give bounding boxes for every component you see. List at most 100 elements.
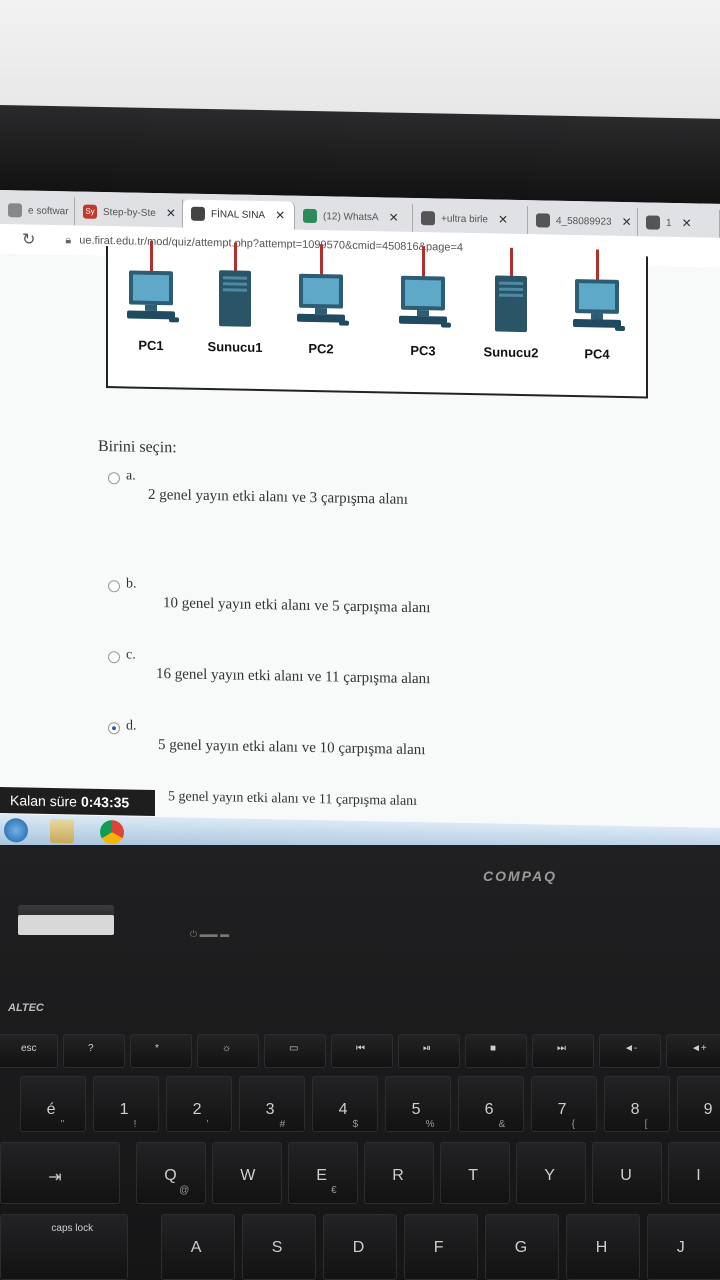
letter-key[interactable]: F (404, 1214, 478, 1280)
reload-icon[interactable]: ↻ (22, 229, 35, 249)
key-sublabel: ' (206, 1119, 209, 1130)
function-key[interactable]: ▭ (264, 1034, 326, 1068)
letter-key[interactable]: Y (516, 1142, 586, 1204)
key-label: W (240, 1167, 256, 1184)
function-key[interactable]: * (130, 1034, 192, 1068)
browser-tab[interactable]: e softwar✕ (0, 196, 75, 226)
number-key[interactable]: 9 (677, 1076, 720, 1132)
key-label: F (433, 1239, 444, 1256)
browser-tab[interactable]: FİNAL SINA ✕ (183, 199, 295, 230)
pc-node: PC2 (286, 267, 356, 356)
tab-label: +ultra birle (441, 212, 488, 225)
key-sublabel: ! (133, 1119, 137, 1130)
number-key[interactable]: 6 & (458, 1076, 524, 1132)
answer-option[interactable]: b. 10 genel yayın etki alanı ve 5 çarpışm… (108, 576, 608, 628)
browser-tab[interactable]: Sy Step-by-Ste ✕ (75, 197, 183, 228)
key-sublabel: [ (644, 1119, 648, 1130)
letter-key[interactable]: H (566, 1214, 640, 1280)
key-label: ◄+ (691, 1043, 707, 1054)
computer-icon (127, 270, 179, 323)
letter-key[interactable]: J (647, 1214, 720, 1280)
function-key[interactable]: ◄- (599, 1034, 661, 1068)
answer-text: 10 genel yayın etki alanı ve 5 çarpışma … (163, 595, 431, 617)
tab-favicon-icon (191, 206, 205, 221)
close-tab-icon[interactable]: ✕ (682, 216, 692, 230)
answer-option[interactable]: a. 2 genel yayın etki alanı ve 3 çarpışma… (108, 468, 608, 520)
chrome-icon[interactable] (100, 819, 124, 845)
letter-key[interactable]: T (440, 1142, 510, 1204)
lock-icon[interactable]: 🔒︎ (65, 234, 71, 247)
letter-key[interactable]: W (212, 1142, 282, 1204)
server-node: Sunucu2 (476, 271, 546, 360)
letter-key[interactable]: I (668, 1142, 720, 1204)
number-key[interactable]: 8[ (604, 1076, 670, 1132)
browser-tab[interactable]: +ultra birle ✕ (413, 203, 528, 235)
node-label: Sunucu2 (483, 344, 539, 361)
answer-radio[interactable] (108, 722, 120, 735)
letter-key[interactable]: ⇥ (0, 1142, 120, 1204)
letter-key[interactable]: R (364, 1142, 434, 1204)
letter-key[interactable]: D (323, 1214, 397, 1280)
key-label: 7 (557, 1101, 567, 1118)
close-tab-icon[interactable]: ✕ (166, 206, 176, 220)
number-key[interactable]: 5% (385, 1076, 451, 1132)
time-remaining: Kalan süre 0:43:35 (0, 787, 155, 816)
laptop-screen: e softwar✕SyStep-by-Ste✕FİNAL SINA✕(12) … (0, 190, 720, 859)
browser-tab[interactable]: 1 ✕ (638, 208, 720, 238)
tab-label: (12) WhatsA (323, 210, 379, 223)
close-tab-icon[interactable]: ✕ (622, 215, 632, 229)
close-tab-icon[interactable]: ✕ (498, 213, 508, 227)
server-icon (219, 270, 251, 327)
key-label: U (620, 1167, 632, 1184)
key-label: 4 (338, 1101, 348, 1118)
letter-key[interactable]: S (242, 1214, 316, 1280)
answer-radio[interactable] (108, 580, 120, 593)
answer-radio[interactable] (108, 651, 120, 664)
answer-option[interactable]: d. 5 genel yayın etki alanı ve 10 çarpışm… (108, 718, 608, 770)
function-key[interactable]: ? (63, 1034, 125, 1068)
choose-one-label: Birini seçin: (98, 437, 177, 457)
start-orb-icon[interactable] (4, 818, 28, 843)
number-key[interactable]: é " (20, 1076, 86, 1132)
letter-key[interactable]: E € (288, 1142, 358, 1204)
server-icon (495, 275, 527, 333)
file-explorer-icon[interactable] (50, 818, 74, 844)
function-key[interactable]: ⏭ (532, 1034, 594, 1068)
tab-favicon-icon (8, 203, 22, 218)
browser-tab[interactable]: (12) WhatsA ✕ (295, 201, 413, 232)
tab-favicon-icon (646, 215, 660, 230)
key-sublabel: # (279, 1119, 286, 1130)
key-sublabel: % (425, 1119, 435, 1130)
function-key[interactable]: ■ (465, 1034, 527, 1068)
letter-key[interactable]: A (161, 1214, 235, 1280)
answer-radio[interactable] (108, 472, 120, 485)
close-tab-icon[interactable]: ✕ (389, 210, 399, 224)
close-tab-icon[interactable]: ✕ (275, 208, 285, 222)
function-key[interactable]: ⏮ (331, 1034, 393, 1068)
number-key[interactable]: 4 $ (312, 1076, 378, 1132)
letter-key[interactable]: Q @ (136, 1142, 206, 1204)
number-key[interactable]: 7{ (531, 1076, 597, 1132)
key-label: J (676, 1239, 685, 1256)
key-label: ◄- (624, 1043, 638, 1054)
key-label: é (46, 1101, 56, 1118)
function-key[interactable]: esc (0, 1034, 58, 1068)
pc-node: PC4 (562, 273, 632, 362)
key-label: ⇥ (48, 1169, 62, 1186)
letter-key[interactable]: G (485, 1214, 559, 1280)
key-label: 1 (119, 1101, 129, 1118)
function-key[interactable]: ◄+ (666, 1034, 720, 1068)
number-key[interactable]: 2 ' (166, 1076, 232, 1132)
number-key[interactable]: 1! (93, 1076, 159, 1132)
answer-option[interactable]: c. 16 genel yayın etki alanı ve 11 çarpış… (108, 647, 608, 699)
answer-text: 2 genel yayın etki alanı ve 3 çarpışma a… (148, 486, 408, 508)
browser-tab[interactable]: 4_58089923 ✕ (528, 206, 638, 237)
function-key[interactable]: ☼ (197, 1034, 259, 1068)
number-key[interactable]: 3 # (239, 1076, 305, 1132)
brand-logo: COMPAQ (483, 868, 557, 884)
key-label: 8 (630, 1101, 640, 1118)
function-key[interactable]: ⏯ (398, 1034, 460, 1068)
caps-lock-key[interactable]: caps lock (0, 1214, 128, 1280)
key-sublabel: € (331, 1185, 337, 1196)
letter-key[interactable]: U (592, 1142, 662, 1204)
